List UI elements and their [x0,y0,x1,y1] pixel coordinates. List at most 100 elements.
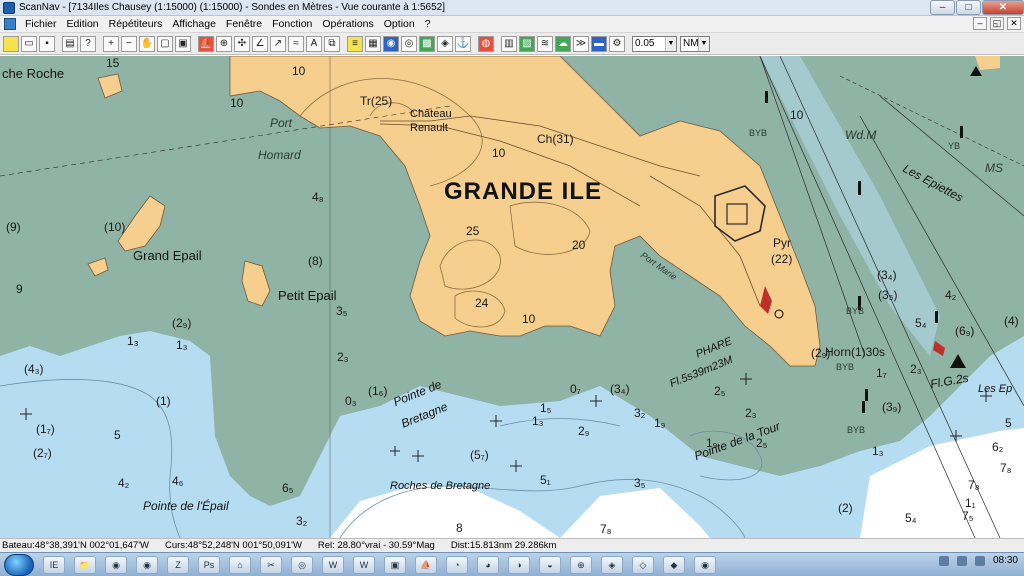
sounding: (2) [838,501,853,515]
taskbar-app-icon[interactable]: ◉ [105,555,127,574]
taskbar-app-icon[interactable]: ◈ [601,555,623,574]
shallow-inlet-west [0,346,150,436]
taskbar-app-icon[interactable]: ⊕ [570,555,592,574]
taskbar-app-icon[interactable]: ◉ [136,555,158,574]
anchor-icon[interactable]: ⚓ [455,35,471,52]
chevron-down-icon[interactable]: ▼ [665,36,676,51]
taskbar-app-icon[interactable]: ⛵ [415,555,437,574]
maximize-button[interactable]: □ [956,0,981,15]
distance-readout: Dist:15.813nm 29.286km [450,540,557,551]
zoom-rectangle-icon[interactable]: ▢ [157,35,173,52]
track-icon[interactable]: ≈ [288,35,304,52]
chart-mode-icon[interactable]: ▩ [419,35,435,52]
label-byb-2: BYB [846,306,865,316]
taskbar-app-icon[interactable]: ◆ [663,555,685,574]
menu-fonction[interactable]: Fonction [267,18,317,30]
instrument-icon[interactable]: ▦ [365,35,381,52]
sounding: (3₄) [610,382,630,396]
taskbar-app-icon[interactable]: 📁 [74,555,96,574]
child-restore-button[interactable]: ◱ [990,17,1004,30]
mob-icon[interactable]: ◍ [478,35,494,52]
sounding: 3₂ [634,406,646,420]
sounding: 1₁ [965,496,976,510]
menu-repetiteurs[interactable]: Répétiteurs [104,18,168,30]
child-minimize-button[interactable]: – [973,17,987,30]
sounding: (3₅) [878,288,898,302]
depth-icon[interactable]: ▬ [591,35,607,52]
compass-icon[interactable]: ◉ [383,35,399,52]
open-icon[interactable]: ▭ [21,35,37,52]
distance-select[interactable]: 0.05 ▼ [632,35,677,52]
nmea-icon[interactable]: ≡ [347,35,363,52]
menu-fenetre[interactable]: Fenêtre [221,18,267,30]
menu-affichage[interactable]: Affichage [167,18,221,30]
sounding: (10) [104,220,126,234]
new-icon[interactable] [3,35,19,52]
crosshair-icon[interactable]: ⊕ [216,35,232,52]
taskbar-app-icon[interactable]: Z [167,555,189,574]
taskbar-app-icon[interactable]: ◔ [446,555,468,574]
pan-hand-icon[interactable]: ✋ [139,35,155,52]
toolbar: ▭ ▪ ▤ ? + − ✋ ▢ ▣ ⛵ ⊕ ✣ ∠ ↗ ≈ A ⧉ ≡ ▦ ◉ … [0,33,1024,55]
taskbar-app-icon[interactable]: ⌂ [229,555,251,574]
tray-arrow-icon[interactable] [938,555,949,566]
taskbar-app-icon[interactable]: ◑ [508,555,530,574]
document-icon[interactable] [4,18,16,30]
nautical-chart[interactable]: GRANDE ILE Grand Epail Petit Epail Point… [0,56,1024,538]
network-icon[interactable] [956,555,967,566]
label-wdm: Wd.M [845,128,877,142]
menu-edition[interactable]: Edition [62,18,104,30]
minimize-button[interactable]: – [930,0,955,15]
taskbar-app-icon[interactable]: ◎ [291,555,313,574]
sounding: 1₅ [540,401,552,415]
taskbar-app-icon[interactable]: IE [43,555,65,574]
wind-icon[interactable]: ≫ [573,35,589,52]
close-button[interactable]: ✕ [982,0,1024,15]
menu-help[interactable]: ? [420,18,436,30]
save-icon[interactable]: ▪ [39,35,55,52]
sounding: 20 [572,238,586,252]
taskbar-app-icon[interactable]: ✂ [260,555,282,574]
settings-icon[interactable]: ⚙ [609,35,625,52]
route-icon[interactable]: ∠ [252,35,268,52]
menu-option[interactable]: Option [379,18,420,30]
label-grande-ile: GRANDE ILE [444,178,603,205]
target-icon[interactable]: ◎ [401,35,417,52]
measure-icon[interactable]: ↗ [270,35,286,52]
child-close-button[interactable]: ✕ [1007,17,1021,30]
layers-icon[interactable]: ⧉ [324,35,340,52]
taskbar-app-icon[interactable]: W [353,555,375,574]
current-icon[interactable]: ≋ [537,35,553,52]
status-bar: Bateau:48°38,391'N 002°01,647'W Curs:48°… [0,538,1024,552]
waypoint-icon[interactable]: ✣ [234,35,250,52]
label-ms: MS [985,161,1003,175]
tide-icon[interactable]: ▧ [519,35,535,52]
taskbar-app-icon[interactable]: ◕ [477,555,499,574]
print-icon[interactable]: ▤ [62,35,78,52]
volume-icon[interactable] [974,555,985,566]
sounding: 5₁ [540,473,551,487]
menu-operations[interactable]: Opérations [317,18,378,30]
taskbar-app-icon[interactable]: W [322,555,344,574]
chevron-down-icon[interactable]: ▼ [698,36,709,51]
grid-icon[interactable]: ▥ [501,35,517,52]
alarm-icon[interactable]: ◈ [437,35,453,52]
taskbar-app-icon[interactable]: ◉ [694,555,716,574]
zoom-out-icon[interactable]: − [121,35,137,52]
zoom-in-icon[interactable]: + [103,35,119,52]
weather-icon[interactable]: ☁ [555,35,571,52]
unit-select[interactable]: NM ▼ [680,35,710,52]
boat-icon[interactable]: ⛵ [198,35,214,52]
menu-fichier[interactable]: Fichier [20,18,62,30]
start-button[interactable] [4,553,34,576]
sounding: 2₉ [578,424,590,438]
taskbar-app-icon[interactable]: ◒ [539,555,561,574]
sounding: 1₉ [654,416,666,430]
taskbar-app-icon[interactable]: ◇ [632,555,654,574]
taskbar-app-icon[interactable]: ▣ [384,555,406,574]
zoom-fit-icon[interactable]: ▣ [175,35,191,52]
clock[interactable]: 08:30 [993,555,1018,566]
help-pointer-icon[interactable]: ? [80,35,96,52]
taskbar-app-icon[interactable]: Ps [198,555,220,574]
text-icon[interactable]: A [306,35,322,52]
